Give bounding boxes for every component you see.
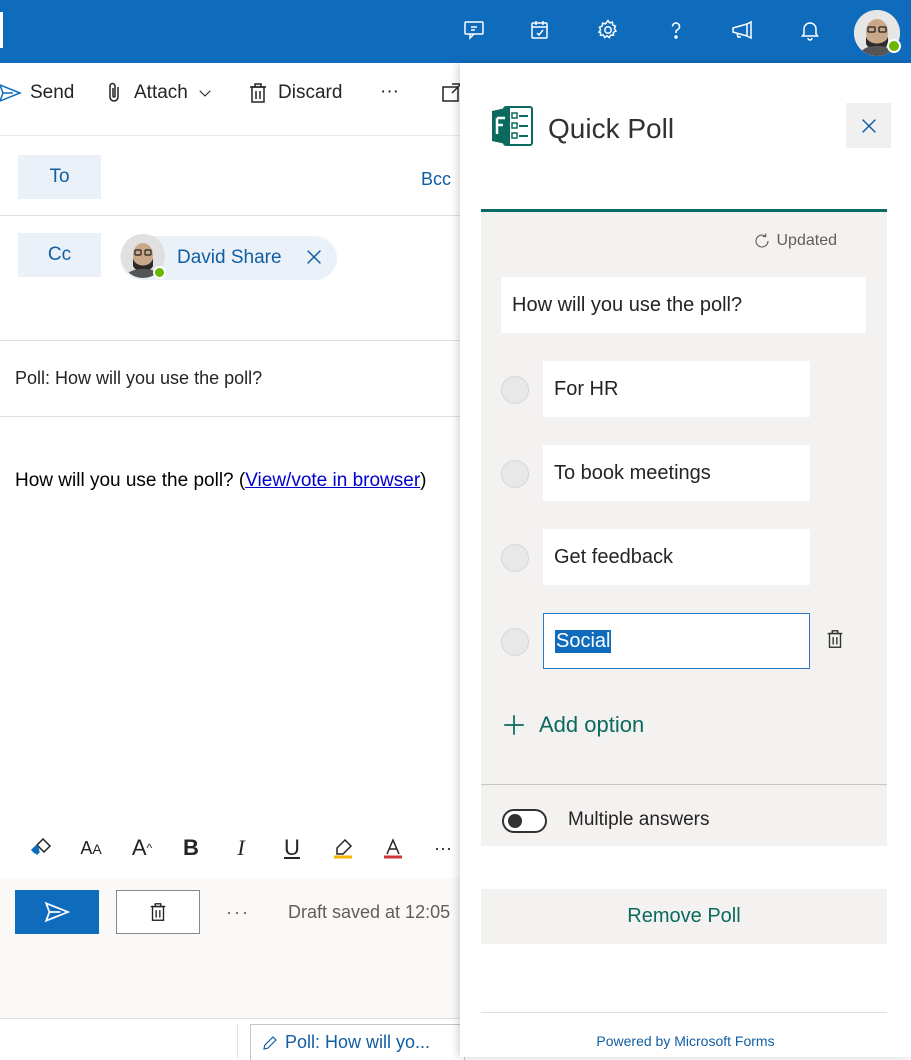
compose-toolbar: Send Attach Discard ··· bbox=[0, 63, 462, 127]
cc-button[interactable]: Cc bbox=[18, 233, 101, 277]
refresh-icon bbox=[754, 233, 769, 248]
discard-button[interactable]: Discard bbox=[246, 81, 342, 105]
bcc-link[interactable]: Bcc bbox=[421, 169, 451, 190]
toggle-knob bbox=[508, 814, 522, 828]
more-actions-button[interactable]: ··· bbox=[380, 81, 399, 103]
bold-icon[interactable]: B bbox=[176, 833, 206, 863]
option-input-4-text: Social bbox=[555, 629, 612, 653]
gear-icon[interactable] bbox=[592, 14, 624, 46]
recipient-name: David Share bbox=[177, 247, 282, 268]
question-input[interactable]: How will you use the poll? bbox=[501, 277, 866, 333]
to-divider bbox=[0, 215, 460, 216]
chevron-down-icon[interactable] bbox=[196, 84, 214, 102]
subject-divider bbox=[0, 416, 460, 417]
poll-form: Updated How will you use the poll? For H… bbox=[481, 209, 887, 784]
trash-icon bbox=[150, 903, 166, 921]
feedback-icon[interactable] bbox=[726, 14, 758, 46]
option-input-1[interactable]: For HR bbox=[543, 361, 810, 417]
font-size-icon[interactable]: AA bbox=[76, 833, 106, 863]
draft-tab-strip: Poll: How will yo... bbox=[0, 1018, 465, 1060]
presence-indicator bbox=[887, 39, 901, 53]
trash-icon bbox=[250, 83, 266, 103]
body-close: ) bbox=[420, 470, 427, 491]
todo-icon[interactable] bbox=[524, 14, 556, 46]
close-icon bbox=[861, 118, 876, 133]
more-format-icon[interactable]: ··· bbox=[428, 833, 458, 863]
draft-status: Draft saved at 12:05 bbox=[288, 902, 451, 922]
option-input-3[interactable]: Get feedback bbox=[543, 529, 810, 585]
option-input-4[interactable]: Social bbox=[543, 613, 810, 669]
help-icon[interactable] bbox=[660, 14, 692, 46]
meeting-icon[interactable] bbox=[458, 14, 490, 46]
send-label: Send bbox=[30, 82, 75, 103]
draft-tab[interactable]: Poll: How will yo... bbox=[250, 1024, 465, 1060]
cc-divider bbox=[0, 340, 460, 341]
multiple-answers-label: Multiple answers bbox=[568, 809, 710, 830]
draft-tab-label: Poll: How will yo... bbox=[285, 1032, 431, 1052]
pencil-icon bbox=[263, 1035, 277, 1050]
recipient-presence bbox=[153, 266, 166, 279]
attach-label: Attach bbox=[134, 82, 188, 103]
highlight-icon[interactable] bbox=[328, 833, 358, 863]
toolbar-divider bbox=[0, 135, 460, 136]
option-input-2[interactable]: To book meetings bbox=[543, 445, 810, 501]
format-toolbar: AA A ^ B I U ··· bbox=[0, 823, 460, 873]
delete-option-icon[interactable] bbox=[824, 627, 846, 651]
send-toolbar-button[interactable]: Send bbox=[0, 81, 74, 105]
grow-font-icon[interactable]: A ^ bbox=[127, 833, 157, 863]
close-panel-button[interactable] bbox=[846, 103, 891, 148]
remove-recipient-icon[interactable] bbox=[303, 246, 325, 268]
option-radio-2 bbox=[501, 460, 529, 488]
plus-icon bbox=[504, 715, 524, 735]
option-radio-4 bbox=[501, 628, 529, 656]
add-option-button[interactable]: Add option bbox=[501, 712, 644, 738]
paperclip-icon bbox=[109, 82, 119, 102]
discard-draft-button[interactable] bbox=[116, 890, 200, 934]
body-text: How will you use the poll? ( bbox=[15, 470, 246, 491]
italic-icon[interactable]: I bbox=[226, 833, 256, 863]
format-painter-icon[interactable] bbox=[26, 833, 56, 863]
more-options-button[interactable]: ··· bbox=[226, 902, 250, 923]
remove-poll-button[interactable]: Remove Poll bbox=[481, 889, 887, 944]
app-header bbox=[0, 0, 911, 63]
font-size-glyph: AA bbox=[80, 837, 102, 858]
panel-divider bbox=[481, 1012, 887, 1013]
send-button[interactable] bbox=[15, 890, 99, 934]
compose-pane: Send Attach Discard ··· To Bcc Cc David … bbox=[0, 63, 465, 1060]
send-icon bbox=[0, 84, 22, 102]
tab-separator bbox=[237, 1024, 238, 1058]
view-vote-link[interactable]: View/vote in browser bbox=[245, 470, 420, 491]
add-option-label: Add option bbox=[539, 712, 645, 737]
to-button[interactable]: To bbox=[18, 155, 101, 199]
recipient-chip[interactable]: David Share bbox=[120, 234, 337, 280]
more-label: ··· bbox=[380, 81, 399, 102]
subject-field[interactable]: Poll: How will you use the poll? bbox=[15, 368, 262, 389]
font-color-icon[interactable] bbox=[378, 833, 408, 863]
microsoft-forms-logo-icon bbox=[490, 103, 536, 149]
header-edge bbox=[0, 12, 3, 48]
bell-icon[interactable] bbox=[794, 14, 826, 46]
option-radio-1 bbox=[501, 376, 529, 404]
message-body[interactable]: How will you use the poll? (View/vote in… bbox=[15, 467, 445, 494]
updated-label: Updated bbox=[776, 232, 838, 249]
sync-status: Updated bbox=[753, 232, 838, 250]
panel-title: Quick Poll bbox=[548, 113, 675, 144]
powered-by-link[interactable]: Powered by Microsoft Forms bbox=[460, 1033, 911, 1049]
underline-icon[interactable]: U bbox=[277, 833, 307, 863]
compose-spacer bbox=[0, 948, 460, 1018]
attach-button[interactable]: Attach bbox=[102, 81, 214, 105]
compose-footer: ··· Draft saved at 12:05 bbox=[0, 878, 460, 948]
discard-label: Discard bbox=[278, 82, 343, 103]
multiple-answers-toggle[interactable] bbox=[502, 809, 547, 833]
quick-poll-panel: Quick Poll Updated How will you use the … bbox=[460, 63, 911, 1057]
send-icon bbox=[44, 901, 70, 923]
multiple-answers-row: Multiple answers bbox=[481, 784, 887, 846]
option-radio-3 bbox=[501, 544, 529, 572]
